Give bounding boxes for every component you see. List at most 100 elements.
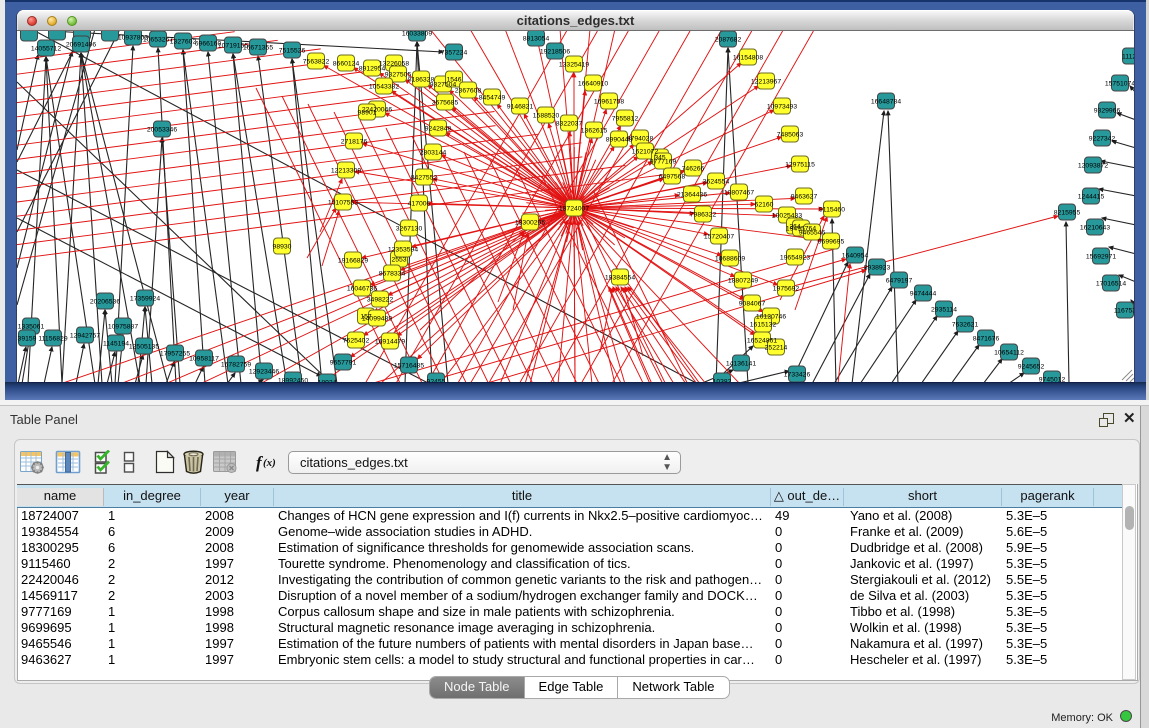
- svg-text:1588520: 1588520: [533, 113, 560, 120]
- svg-text:1733426: 1733426: [784, 372, 811, 379]
- svg-text:9777169: 9777169: [650, 159, 677, 166]
- svg-text:1975692: 1975692: [773, 286, 800, 293]
- svg-text:16648784: 16648784: [871, 99, 901, 106]
- svg-text:20206536: 20206536: [90, 299, 120, 306]
- svg-text:7563822: 7563822: [303, 59, 330, 66]
- svg-text:12505135: 12505135: [129, 344, 159, 351]
- svg-text:19654923: 19654923: [780, 255, 810, 262]
- svg-text:16154808: 16154808: [733, 55, 763, 62]
- svg-text:12093872: 12093872: [1078, 163, 1108, 170]
- svg-text:21364436: 21364436: [677, 192, 707, 199]
- svg-text:16671355: 16671355: [243, 45, 273, 52]
- svg-text:17957255: 17957255: [160, 351, 190, 358]
- svg-text:7986322: 7986322: [690, 212, 717, 219]
- svg-text:11156829: 11156829: [38, 336, 67, 343]
- svg-text:8471676: 8471676: [973, 336, 1000, 343]
- svg-text:12975115: 12975115: [785, 162, 815, 169]
- svg-text:16914479: 16914479: [375, 339, 405, 346]
- svg-text:18300295: 18300295: [515, 220, 545, 227]
- svg-text:9465546: 9465546: [799, 230, 826, 237]
- svg-text:19218506: 19218506: [540, 49, 570, 56]
- svg-text:3498222: 3498222: [367, 297, 394, 304]
- svg-text:9084067: 9084067: [739, 301, 766, 308]
- svg-text:10975887: 10975887: [108, 324, 138, 331]
- svg-text:7515526: 7515526: [279, 48, 306, 55]
- svg-text:8938923: 8938923: [864, 265, 891, 272]
- svg-text:18724007: 18724007: [559, 206, 589, 213]
- svg-text:2087682: 2087682: [715, 37, 742, 44]
- svg-text:8427552: 8427552: [411, 175, 438, 182]
- svg-text:9463627: 9463627: [791, 194, 818, 201]
- svg-text:20691406: 20691406: [66, 42, 96, 49]
- svg-text:10958117: 10958117: [189, 356, 219, 363]
- svg-text:11123: 11123: [1122, 54, 1134, 61]
- svg-text:18807249: 18807249: [728, 278, 758, 285]
- svg-text:1615132: 1615132: [750, 322, 777, 329]
- svg-text:10973493: 10973493: [767, 104, 797, 111]
- svg-text:7955812: 7955812: [612, 116, 639, 123]
- svg-text:98901: 98901: [358, 110, 377, 117]
- svg-text:12353594: 12353594: [388, 247, 418, 254]
- svg-text:18992450: 18992450: [278, 378, 308, 383]
- svg-text:3675685: 3675685: [432, 100, 459, 107]
- svg-text:1546: 1546: [446, 77, 461, 84]
- svg-text:10543382: 10543382: [369, 84, 399, 91]
- svg-text:10654112: 10654112: [994, 350, 1024, 357]
- svg-text:9474444: 9474444: [910, 291, 937, 298]
- svg-text:3267130: 3267130: [396, 226, 423, 233]
- svg-text:10807467: 10807467: [724, 190, 754, 197]
- svg-text:19166829: 19166829: [338, 258, 368, 265]
- svg-text:12213967: 12213967: [751, 79, 781, 86]
- svg-text:16210643: 16210643: [1080, 225, 1110, 232]
- svg-text:2935114: 2935114: [931, 307, 957, 314]
- svg-text:1335061: 1335061: [18, 324, 45, 331]
- svg-text:6497568: 6497568: [659, 174, 686, 181]
- svg-text:9242848: 9242848: [425, 126, 452, 133]
- svg-text:2367608: 2367608: [455, 88, 482, 95]
- svg-text:1640954: 1640954: [842, 253, 869, 260]
- svg-text:9245652: 9245652: [1018, 364, 1045, 371]
- svg-text:9227342: 9227342: [1089, 136, 1116, 143]
- svg-text:9115460: 9115460: [819, 207, 845, 214]
- svg-text:17016514: 17016514: [1096, 281, 1126, 288]
- svg-text:9657791: 9657791: [330, 360, 357, 367]
- svg-text:10025433: 10025433: [772, 213, 802, 220]
- svg-text:1145194: 1145194: [103, 341, 129, 348]
- svg-text:7632621: 7632621: [952, 322, 979, 329]
- svg-text:16961758: 16961758: [594, 99, 624, 106]
- svg-text:8322037: 8322037: [556, 121, 583, 128]
- svg-text:13325419: 13325419: [559, 62, 589, 69]
- svg-text:8813054: 8813054: [523, 36, 550, 43]
- svg-text:10688609: 10688609: [715, 256, 745, 263]
- svg-text:14099489: 14099489: [362, 316, 392, 323]
- svg-text:6794028: 6794028: [627, 136, 654, 143]
- svg-text:3624554: 3624554: [703, 179, 730, 186]
- svg-text:15716485: 15716485: [394, 363, 424, 370]
- svg-text:10107553: 10107553: [328, 200, 358, 207]
- svg-text:16033809: 16033809: [402, 31, 432, 38]
- svg-text:92455: 92455: [427, 379, 446, 383]
- svg-text:12923446: 12923446: [249, 369, 279, 376]
- svg-text:9329966: 9329966: [1094, 108, 1121, 115]
- svg-text:16120746: 16120746: [756, 314, 786, 321]
- svg-text:2553: 2553: [391, 257, 406, 264]
- svg-text:14136141: 14136141: [726, 361, 756, 368]
- svg-text:14055712: 14055712: [31, 46, 61, 53]
- svg-text:9146821: 9146821: [507, 104, 534, 111]
- svg-text:20053346: 20053346: [147, 127, 177, 134]
- svg-text:7357224: 7357224: [441, 50, 468, 57]
- svg-text:98930: 98930: [273, 244, 292, 251]
- svg-text:19384554: 19384554: [605, 275, 635, 282]
- svg-text:12213309: 12213309: [331, 168, 361, 175]
- svg-text:8678334: 8678334: [379, 271, 406, 278]
- svg-text:417006: 417006: [408, 201, 431, 208]
- svg-text:6479197: 6479197: [886, 278, 913, 285]
- svg-text:12942757: 12942757: [70, 333, 100, 340]
- svg-text:18924: 18924: [318, 380, 337, 383]
- svg-text:15692971: 15692971: [1086, 254, 1116, 261]
- svg-text:15751074: 15751074: [1105, 81, 1134, 88]
- svg-text:7485063: 7485063: [777, 132, 804, 139]
- svg-text:252214: 252214: [765, 345, 788, 352]
- svg-text:8454749: 8454749: [479, 95, 506, 102]
- svg-text:2718176: 2718176: [341, 139, 368, 146]
